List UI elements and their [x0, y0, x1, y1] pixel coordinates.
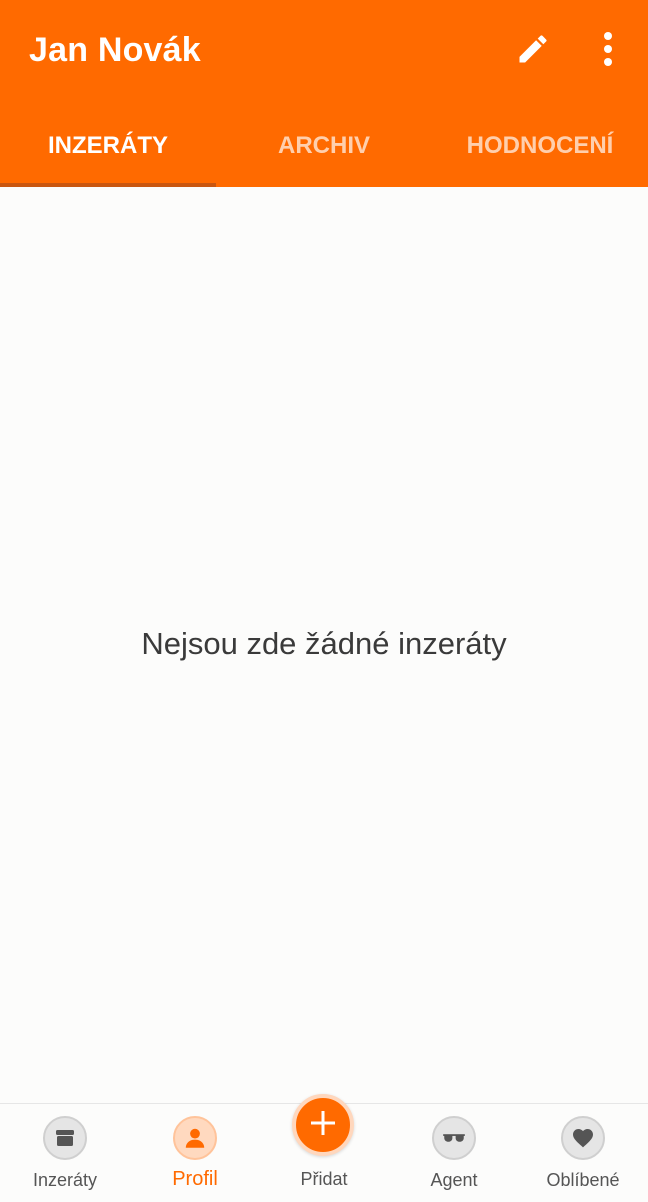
empty-state-message: Nejsou zde žádné inzeráty [141, 626, 507, 661]
tab-bar: INZERÁTY ARCHIV HODNOCENÍ [0, 104, 648, 187]
app-bar: Jan Novák INZERÁTY ARCHIV HODNOCENÍ [0, 0, 648, 187]
pencil-icon [515, 31, 551, 72]
nav-item-agent[interactable]: Agent [389, 1104, 519, 1202]
nav-label: Oblíbené [546, 1170, 620, 1190]
tab-label: HODNOCENÍ [466, 131, 614, 159]
nav-label: Profil [172, 1168, 218, 1190]
nav-item-inzeraty[interactable]: Inzeráty [0, 1104, 130, 1202]
tab-hodnoceni[interactable]: HODNOCENÍ [432, 104, 648, 187]
plus-icon [308, 1108, 338, 1143]
add-listing-button[interactable] [292, 1094, 354, 1156]
page-title: Jan Novák [29, 31, 201, 69]
more-options-button[interactable] [583, 26, 633, 76]
add-listing-label[interactable]: Přidat [259, 1169, 389, 1190]
person-icon [173, 1116, 217, 1160]
app-screen: Jan Novák INZERÁTY ARCHIV HODNOCENÍ Nejs… [0, 0, 648, 1202]
nav-label: Inzeráty [32, 1170, 98, 1190]
box-icon [43, 1116, 87, 1160]
tab-inzeraty[interactable]: INZERÁTY [0, 104, 216, 187]
tab-label: ARCHIV [277, 131, 370, 159]
more-vertical-icon [602, 31, 614, 71]
sunglasses-icon [432, 1116, 476, 1160]
tab-label: INZERÁTY [48, 131, 168, 159]
edit-button[interactable] [508, 26, 558, 76]
heart-icon [561, 1116, 605, 1160]
tab-archiv[interactable]: ARCHIV [216, 104, 432, 187]
nav-label: Agent [430, 1170, 478, 1190]
tab-indicator [0, 183, 216, 187]
nav-item-oblibene[interactable]: Oblíbené [518, 1104, 648, 1202]
toolbar: Jan Novák [0, 0, 648, 104]
nav-item-profil[interactable]: Profil [130, 1104, 260, 1202]
